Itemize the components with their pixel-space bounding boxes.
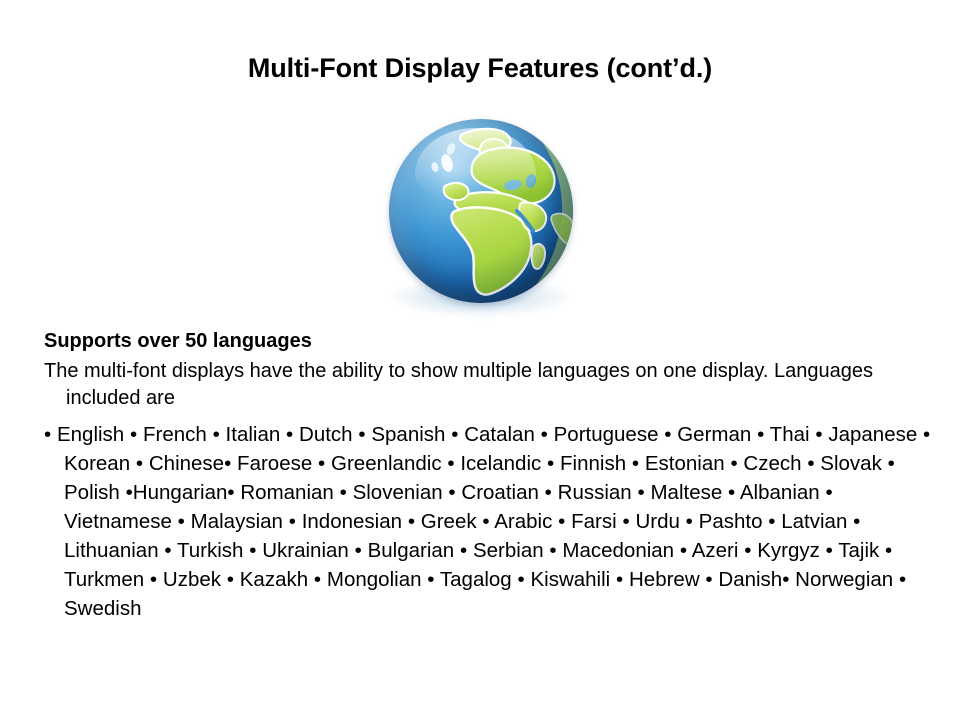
supports-heading: Supports over 50 languages bbox=[44, 328, 930, 354]
body-content: Supports over 50 languages The multi-fon… bbox=[44, 328, 930, 623]
language-list-paragraph: • English • French • Italian • Dutch • S… bbox=[44, 420, 946, 623]
globe-illustration bbox=[386, 116, 576, 316]
page-title: Multi-Font Display Features (cont’d.) bbox=[0, 52, 960, 84]
globe-icon bbox=[389, 119, 573, 303]
slide-canvas: Multi-Font Display Features (cont’d.) bbox=[0, 0, 960, 720]
intro-paragraph: The multi-font displays have the ability… bbox=[44, 358, 906, 412]
